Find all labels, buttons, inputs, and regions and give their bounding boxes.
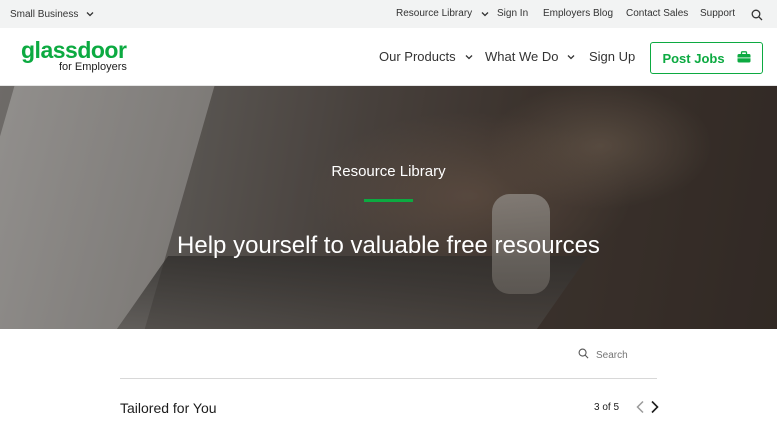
employers-blog-link[interactable]: Employers Blog	[543, 8, 613, 19]
nav-our-products-label: Our Products	[379, 49, 456, 64]
hero-accent-rule	[364, 199, 413, 202]
resource-library-link[interactable]: Resource Library	[396, 8, 489, 19]
hero-banner: Resource Library Help yourself to valuab…	[0, 86, 777, 329]
briefcase-icon	[737, 50, 751, 66]
utility-bar: Small Business Resource Library Sign In …	[0, 0, 777, 28]
segment-selector[interactable]: Small Business	[10, 0, 94, 28]
nav-what-we-do[interactable]: What We Do	[485, 49, 575, 64]
search-icon[interactable]	[751, 8, 763, 26]
nav-our-products[interactable]: Our Products	[379, 49, 473, 64]
post-jobs-label: Post Jobs	[662, 50, 725, 66]
hero-title: Help yourself to valuable free resources	[177, 232, 600, 259]
search-input[interactable]	[596, 349, 656, 361]
resource-library-label: Resource Library	[396, 8, 473, 19]
chevron-down-icon	[86, 11, 94, 17]
search-icon	[578, 346, 589, 364]
main-nav: glassdoor for Employers Our Products Wha…	[0, 28, 777, 86]
chevron-left-icon[interactable]	[635, 400, 645, 419]
sign-in-link[interactable]: Sign In	[497, 8, 528, 19]
chevron-down-icon	[481, 11, 489, 17]
hero-overlay	[0, 86, 777, 329]
chevron-right-icon[interactable]	[650, 400, 660, 419]
chevron-down-icon	[567, 54, 575, 60]
chevron-down-icon	[465, 54, 473, 60]
logo-subtitle: for Employers	[59, 61, 127, 73]
nav-what-we-do-label: What We Do	[485, 49, 559, 64]
glassdoor-logo[interactable]: glassdoor for Employers	[21, 37, 127, 74]
nav-sign-up[interactable]: Sign Up	[589, 49, 635, 64]
support-link[interactable]: Support	[700, 8, 735, 19]
section-title: Tailored for You	[120, 400, 217, 416]
section-divider	[120, 378, 657, 379]
logo-wordmark: glassdoor	[21, 37, 127, 63]
resource-search	[578, 346, 656, 364]
hero-kicker: Resource Library	[331, 163, 446, 180]
contact-sales-link[interactable]: Contact Sales	[626, 8, 688, 19]
post-jobs-button[interactable]: Post Jobs	[650, 42, 763, 74]
segment-label: Small Business	[10, 8, 79, 20]
carousel-pager: 3 of 5	[594, 402, 620, 413]
